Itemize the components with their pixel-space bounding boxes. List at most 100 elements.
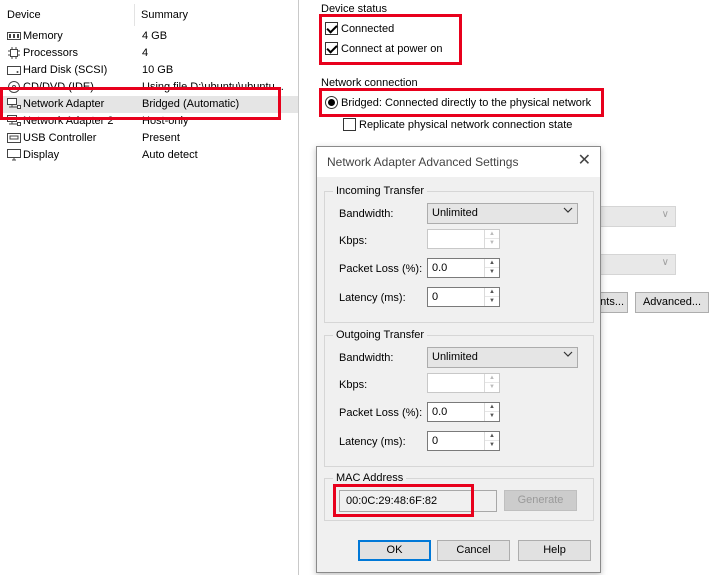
chevron-down-icon: ∨ <box>661 257 669 268</box>
spin-down-icon[interactable]: ▼ <box>485 441 499 450</box>
usb-controller-icon <box>7 132 21 144</box>
hard-disk-icon <box>7 64 21 76</box>
ok-button[interactable]: OK <box>358 540 431 561</box>
advanced-button[interactable]: Advanced... <box>635 292 709 313</box>
device-row-network-adapter[interactable]: Network Adapter Bridged (Automatic) <box>0 96 298 113</box>
device-name: USB Controller <box>23 132 97 144</box>
outgoing-bandwidth-select[interactable]: Unlimited <box>427 347 578 368</box>
device-summary: 10 GB <box>142 64 174 76</box>
chevron-down-icon <box>563 207 573 213</box>
device-name: Hard Disk (SCSI) <box>23 64 108 76</box>
outgoing-bandwidth-value: Unlimited <box>432 351 478 363</box>
incoming-kbps-input[interactable]: ▲ ▼ <box>427 229 500 249</box>
incoming-packet-loss-input[interactable]: 0.0 ▲ ▼ <box>427 258 500 278</box>
device-summary: 4 <box>142 47 149 59</box>
outgoing-packet-loss-value: 0.0 <box>432 406 448 418</box>
device-row-usb-controller[interactable]: USB Controller Present <box>0 130 298 147</box>
mac-address-legend: MAC Address <box>333 471 407 485</box>
spin-down-icon[interactable]: ▼ <box>485 383 499 392</box>
incoming-latency-label: Latency (ms): <box>339 292 406 304</box>
column-header-device[interactable]: Device <box>0 4 135 26</box>
memory-icon <box>7 30 21 42</box>
outgoing-kbps-label: Kbps: <box>339 379 368 391</box>
connect-at-power-on-checkbox[interactable] <box>325 42 338 55</box>
incoming-bandwidth-label: Bandwidth: <box>339 208 394 220</box>
incoming-packet-loss-label: Packet Loss (%): <box>339 263 423 275</box>
device-status-title: Device status <box>321 3 388 15</box>
outgoing-packet-loss-label: Packet Loss (%): <box>339 407 423 419</box>
spin-down-icon[interactable]: ▼ <box>485 412 499 421</box>
chevron-down-icon: ∨ <box>661 209 669 220</box>
device-summary: Present <box>142 132 180 144</box>
mac-address-value: 00:0C:29:48:6F:82 <box>346 495 438 507</box>
outgoing-packet-loss-spinner[interactable]: ▲ ▼ <box>484 403 499 421</box>
bridged-label[interactable]: Bridged: Connected directly to the physi… <box>341 96 591 110</box>
outgoing-latency-input[interactable]: 0 ▲ ▼ <box>427 431 500 451</box>
spin-down-icon[interactable]: ▼ <box>485 239 499 248</box>
outgoing-latency-spinner[interactable]: ▲ ▼ <box>484 432 499 450</box>
cd-dvd-icon <box>7 81 21 93</box>
spin-up-icon[interactable]: ▲ <box>485 288 499 297</box>
device-row-network-adapter-2[interactable]: Network Adapter 2 Host-only <box>0 113 298 130</box>
replicate-state-checkbox[interactable] <box>343 118 356 131</box>
advanced-settings-dialog: Network Adapter Advanced Settings ✕ Inco… <box>316 146 601 573</box>
generate-mac-button: Generate <box>504 490 577 511</box>
device-summary: Using file D:\ubuntu\ubuntu... <box>142 81 284 93</box>
device-summary: 4 GB <box>142 30 168 42</box>
incoming-packet-loss-value: 0.0 <box>432 262 448 274</box>
replicate-state-label[interactable]: Replicate physical network connection st… <box>359 118 572 132</box>
cancel-button[interactable]: Cancel <box>437 540 510 561</box>
spin-up-icon[interactable]: ▲ <box>485 230 499 239</box>
spin-up-icon[interactable]: ▲ <box>485 432 499 441</box>
network-adapter-icon <box>7 98 21 110</box>
device-summary: Host-only <box>142 115 189 127</box>
column-header-summary[interactable]: Summary <box>135 4 298 26</box>
incoming-latency-input[interactable]: 0 ▲ ▼ <box>427 287 500 307</box>
network-adapter-icon <box>7 115 21 127</box>
spin-down-icon[interactable]: ▼ <box>485 268 499 277</box>
help-button[interactable]: Help <box>518 540 591 561</box>
connected-label[interactable]: Connected <box>341 22 394 36</box>
close-icon[interactable]: ✕ <box>578 152 591 170</box>
incoming-bandwidth-value: Unlimited <box>432 207 478 219</box>
chevron-down-icon <box>563 351 573 357</box>
incoming-transfer-legend: Incoming Transfer <box>333 184 428 198</box>
device-name: Memory <box>23 30 63 42</box>
device-row-display[interactable]: Display Auto detect <box>0 147 298 164</box>
outgoing-kbps-input[interactable]: ▲ ▼ <box>427 373 500 393</box>
spin-up-icon[interactable]: ▲ <box>485 259 499 268</box>
dialog-titlebar[interactable]: Network Adapter Advanced Settings ✕ <box>317 147 600 177</box>
outgoing-kbps-spinner[interactable]: ▲ ▼ <box>484 374 499 392</box>
incoming-kbps-spinner[interactable]: ▲ ▼ <box>484 230 499 248</box>
connect-at-power-on-label[interactable]: Connect at power on <box>341 42 443 56</box>
device-row-hard-disk[interactable]: Hard Disk (SCSI) 10 GB <box>0 62 298 79</box>
bridged-radio[interactable] <box>325 96 338 109</box>
network-connection-title: Network connection <box>321 77 418 89</box>
incoming-packet-loss-spinner[interactable]: ▲ ▼ <box>484 259 499 277</box>
incoming-bandwidth-select[interactable]: Unlimited <box>427 203 578 224</box>
device-name: CD/DVD (IDE) <box>23 81 94 93</box>
incoming-kbps-label: Kbps: <box>339 235 368 247</box>
dialog-title: Network Adapter Advanced Settings <box>327 155 519 169</box>
device-name: Processors <box>23 47 79 59</box>
outgoing-packet-loss-input[interactable]: 0.0 ▲ ▼ <box>427 402 500 422</box>
device-summary: Bridged (Automatic) <box>142 98 240 110</box>
spin-up-icon[interactable]: ▲ <box>485 374 499 383</box>
device-list-panel: Device Summary Memory 4 GB Processors 4 … <box>0 0 299 575</box>
connected-checkbox[interactable] <box>325 22 338 35</box>
incoming-latency-value: 0 <box>432 291 439 303</box>
incoming-latency-spinner[interactable]: ▲ ▼ <box>484 288 499 306</box>
display-icon <box>7 149 21 161</box>
spin-down-icon[interactable]: ▼ <box>485 297 499 306</box>
outgoing-latency-label: Latency (ms): <box>339 436 406 448</box>
device-summary: Auto detect <box>142 149 198 161</box>
spin-up-icon[interactable]: ▲ <box>485 403 499 412</box>
mac-address-field[interactable]: 00:0C:29:48:6F:82 <box>339 490 497 512</box>
device-name: Display <box>23 149 60 161</box>
device-row-memory[interactable]: Memory 4 GB <box>0 28 298 45</box>
processor-icon <box>7 47 21 59</box>
outgoing-bandwidth-label: Bandwidth: <box>339 352 394 364</box>
outgoing-transfer-legend: Outgoing Transfer <box>333 328 428 342</box>
device-row-processors[interactable]: Processors 4 <box>0 45 298 62</box>
device-row-cd-dvd[interactable]: CD/DVD (IDE) Using file D:\ubuntu\ubuntu… <box>0 79 298 96</box>
